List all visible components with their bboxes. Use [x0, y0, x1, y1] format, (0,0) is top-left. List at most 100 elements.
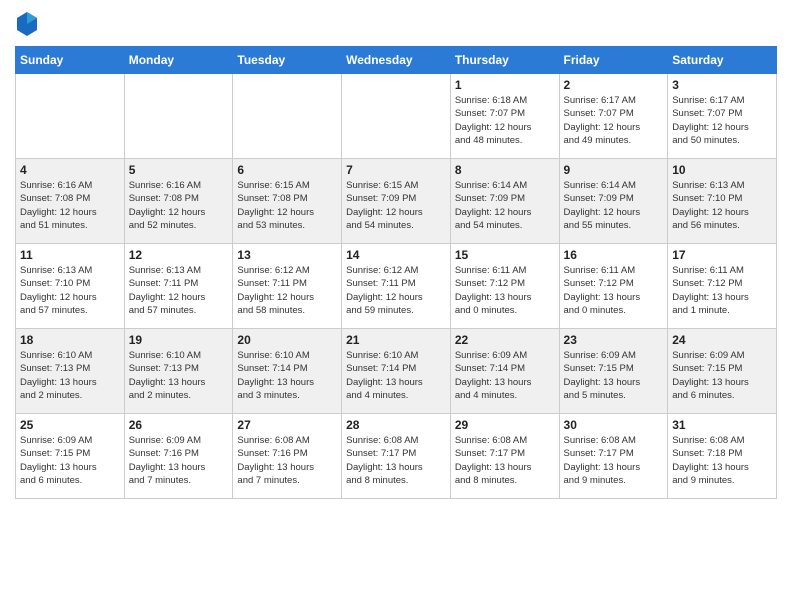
day-of-week-header: Tuesday [233, 47, 342, 74]
calendar-cell: 15 Sunrise: 6:11 AM Sunset: 7:12 PM Dayli… [450, 244, 559, 329]
calendar-cell: 26 Sunrise: 6:09 AM Sunset: 7:16 PM Dayli… [124, 414, 233, 499]
day-info: Sunrise: 6:10 AM Sunset: 7:13 PM Dayligh… [20, 349, 120, 402]
calendar-cell: 27 Sunrise: 6:08 AM Sunset: 7:16 PM Dayli… [233, 414, 342, 499]
day-info: Sunrise: 6:12 AM Sunset: 7:11 PM Dayligh… [346, 264, 446, 317]
day-info: Sunrise: 6:12 AM Sunset: 7:11 PM Dayligh… [237, 264, 337, 317]
day-number: 9 [564, 163, 664, 177]
day-number: 8 [455, 163, 555, 177]
day-of-week-header: Saturday [668, 47, 777, 74]
calendar-cell: 31 Sunrise: 6:08 AM Sunset: 7:18 PM Dayli… [668, 414, 777, 499]
day-number: 18 [20, 333, 120, 347]
day-of-week-header: Sunday [16, 47, 125, 74]
day-info: Sunrise: 6:09 AM Sunset: 7:15 PM Dayligh… [564, 349, 664, 402]
calendar-cell: 13 Sunrise: 6:12 AM Sunset: 7:11 PM Dayli… [233, 244, 342, 329]
calendar-cell: 18 Sunrise: 6:10 AM Sunset: 7:13 PM Dayli… [16, 329, 125, 414]
day-info: Sunrise: 6:10 AM Sunset: 7:14 PM Dayligh… [346, 349, 446, 402]
calendar-cell: 6 Sunrise: 6:15 AM Sunset: 7:08 PM Daylig… [233, 159, 342, 244]
calendar-cell: 9Sunrise: 6:14 AM Sunset: 7:09 PM Daylig… [559, 159, 668, 244]
day-number: 26 [129, 418, 229, 432]
calendar-cell [233, 74, 342, 159]
logo-icon [15, 10, 39, 38]
day-number: 6 [237, 163, 337, 177]
day-of-week-header: Thursday [450, 47, 559, 74]
header-row: SundayMondayTuesdayWednesdayThursdayFrid… [16, 47, 777, 74]
calendar-week-row: 11 Sunrise: 6:13 AM Sunset: 7:10 PM Dayli… [16, 244, 777, 329]
calendar-cell: 4 Sunrise: 6:16 AM Sunset: 7:08 PM Daylig… [16, 159, 125, 244]
day-number: 31 [672, 418, 772, 432]
calendar-cell [124, 74, 233, 159]
day-number: 21 [346, 333, 446, 347]
day-info: Sunrise: 6:08 AM Sunset: 7:17 PM Dayligh… [346, 434, 446, 487]
day-info: Sunrise: 6:16 AM Sunset: 7:08 PM Dayligh… [129, 179, 229, 232]
day-info: Sunrise: 6:11 AM Sunset: 7:12 PM Dayligh… [564, 264, 664, 317]
day-number: 5 [129, 163, 229, 177]
day-number: 2 [564, 78, 664, 92]
day-number: 10 [672, 163, 772, 177]
day-info: Sunrise: 6:08 AM Sunset: 7:17 PM Dayligh… [564, 434, 664, 487]
calendar-cell: 30 Sunrise: 6:08 AM Sunset: 7:17 PM Dayli… [559, 414, 668, 499]
day-info: Sunrise: 6:09 AM Sunset: 7:14 PM Dayligh… [455, 349, 555, 402]
day-number: 22 [455, 333, 555, 347]
calendar-cell: 3 Sunrise: 6:17 AM Sunset: 7:07 PM Daylig… [668, 74, 777, 159]
calendar-cell [16, 74, 125, 159]
day-number: 13 [237, 248, 337, 262]
day-number: 3 [672, 78, 772, 92]
day-info: Sunrise: 6:09 AM Sunset: 7:15 PM Dayligh… [20, 434, 120, 487]
calendar-table: SundayMondayTuesdayWednesdayThursdayFrid… [15, 46, 777, 499]
day-info: Sunrise: 6:13 AM Sunset: 7:10 PM Dayligh… [672, 179, 772, 232]
calendar-cell: 8 Sunrise: 6:14 AM Sunset: 7:09 PM Daylig… [450, 159, 559, 244]
calendar-cell: 17Sunrise: 6:11 AM Sunset: 7:12 PM Dayli… [668, 244, 777, 329]
calendar-week-row: 1 Sunrise: 6:18 AM Sunset: 7:07 PM Daylig… [16, 74, 777, 159]
calendar-cell: 29 Sunrise: 6:08 AM Sunset: 7:17 PM Dayli… [450, 414, 559, 499]
calendar-cell: 12Sunrise: 6:13 AM Sunset: 7:11 PM Dayli… [124, 244, 233, 329]
calendar-cell: 21 Sunrise: 6:10 AM Sunset: 7:14 PM Dayli… [342, 329, 451, 414]
day-info: Sunrise: 6:10 AM Sunset: 7:14 PM Dayligh… [237, 349, 337, 402]
day-number: 17 [672, 248, 772, 262]
calendar-week-row: 18 Sunrise: 6:10 AM Sunset: 7:13 PM Dayli… [16, 329, 777, 414]
day-number: 30 [564, 418, 664, 432]
day-number: 11 [20, 248, 120, 262]
day-number: 16 [564, 248, 664, 262]
day-info: Sunrise: 6:13 AM Sunset: 7:10 PM Dayligh… [20, 264, 120, 317]
day-info: Sunrise: 6:14 AM Sunset: 7:09 PM Dayligh… [455, 179, 555, 232]
day-info: Sunrise: 6:17 AM Sunset: 7:07 PM Dayligh… [564, 94, 664, 147]
calendar-cell: 2 Sunrise: 6:17 AM Sunset: 7:07 PM Daylig… [559, 74, 668, 159]
calendar-cell: 1 Sunrise: 6:18 AM Sunset: 7:07 PM Daylig… [450, 74, 559, 159]
day-info: Sunrise: 6:09 AM Sunset: 7:15 PM Dayligh… [672, 349, 772, 402]
calendar-cell: 19Sunrise: 6:10 AM Sunset: 7:13 PM Dayli… [124, 329, 233, 414]
day-number: 28 [346, 418, 446, 432]
day-number: 25 [20, 418, 120, 432]
day-info: Sunrise: 6:08 AM Sunset: 7:17 PM Dayligh… [455, 434, 555, 487]
calendar-cell: 7Sunrise: 6:15 AM Sunset: 7:09 PM Daylig… [342, 159, 451, 244]
calendar-cell: 25 Sunrise: 6:09 AM Sunset: 7:15 PM Dayli… [16, 414, 125, 499]
calendar-cell: 23 Sunrise: 6:09 AM Sunset: 7:15 PM Dayli… [559, 329, 668, 414]
day-info: Sunrise: 6:08 AM Sunset: 7:16 PM Dayligh… [237, 434, 337, 487]
page: SundayMondayTuesdayWednesdayThursdayFrid… [0, 0, 792, 509]
day-of-week-header: Monday [124, 47, 233, 74]
day-number: 20 [237, 333, 337, 347]
day-of-week-header: Friday [559, 47, 668, 74]
day-info: Sunrise: 6:13 AM Sunset: 7:11 PM Dayligh… [129, 264, 229, 317]
day-info: Sunrise: 6:09 AM Sunset: 7:16 PM Dayligh… [129, 434, 229, 487]
day-number: 23 [564, 333, 664, 347]
calendar-week-row: 4 Sunrise: 6:16 AM Sunset: 7:08 PM Daylig… [16, 159, 777, 244]
calendar-cell: 11 Sunrise: 6:13 AM Sunset: 7:10 PM Dayli… [16, 244, 125, 329]
day-info: Sunrise: 6:15 AM Sunset: 7:08 PM Dayligh… [237, 179, 337, 232]
calendar-cell: 22 Sunrise: 6:09 AM Sunset: 7:14 PM Dayli… [450, 329, 559, 414]
calendar-week-row: 25 Sunrise: 6:09 AM Sunset: 7:15 PM Dayli… [16, 414, 777, 499]
day-number: 15 [455, 248, 555, 262]
day-info: Sunrise: 6:16 AM Sunset: 7:08 PM Dayligh… [20, 179, 120, 232]
day-number: 4 [20, 163, 120, 177]
day-number: 24 [672, 333, 772, 347]
day-info: Sunrise: 6:17 AM Sunset: 7:07 PM Dayligh… [672, 94, 772, 147]
day-info: Sunrise: 6:18 AM Sunset: 7:07 PM Dayligh… [455, 94, 555, 147]
calendar-cell: 10 Sunrise: 6:13 AM Sunset: 7:10 PM Dayli… [668, 159, 777, 244]
day-number: 27 [237, 418, 337, 432]
day-number: 1 [455, 78, 555, 92]
day-number: 14 [346, 248, 446, 262]
calendar-cell: 24 Sunrise: 6:09 AM Sunset: 7:15 PM Dayli… [668, 329, 777, 414]
logo [15, 10, 43, 38]
day-info: Sunrise: 6:08 AM Sunset: 7:18 PM Dayligh… [672, 434, 772, 487]
day-number: 29 [455, 418, 555, 432]
day-info: Sunrise: 6:11 AM Sunset: 7:12 PM Dayligh… [455, 264, 555, 317]
